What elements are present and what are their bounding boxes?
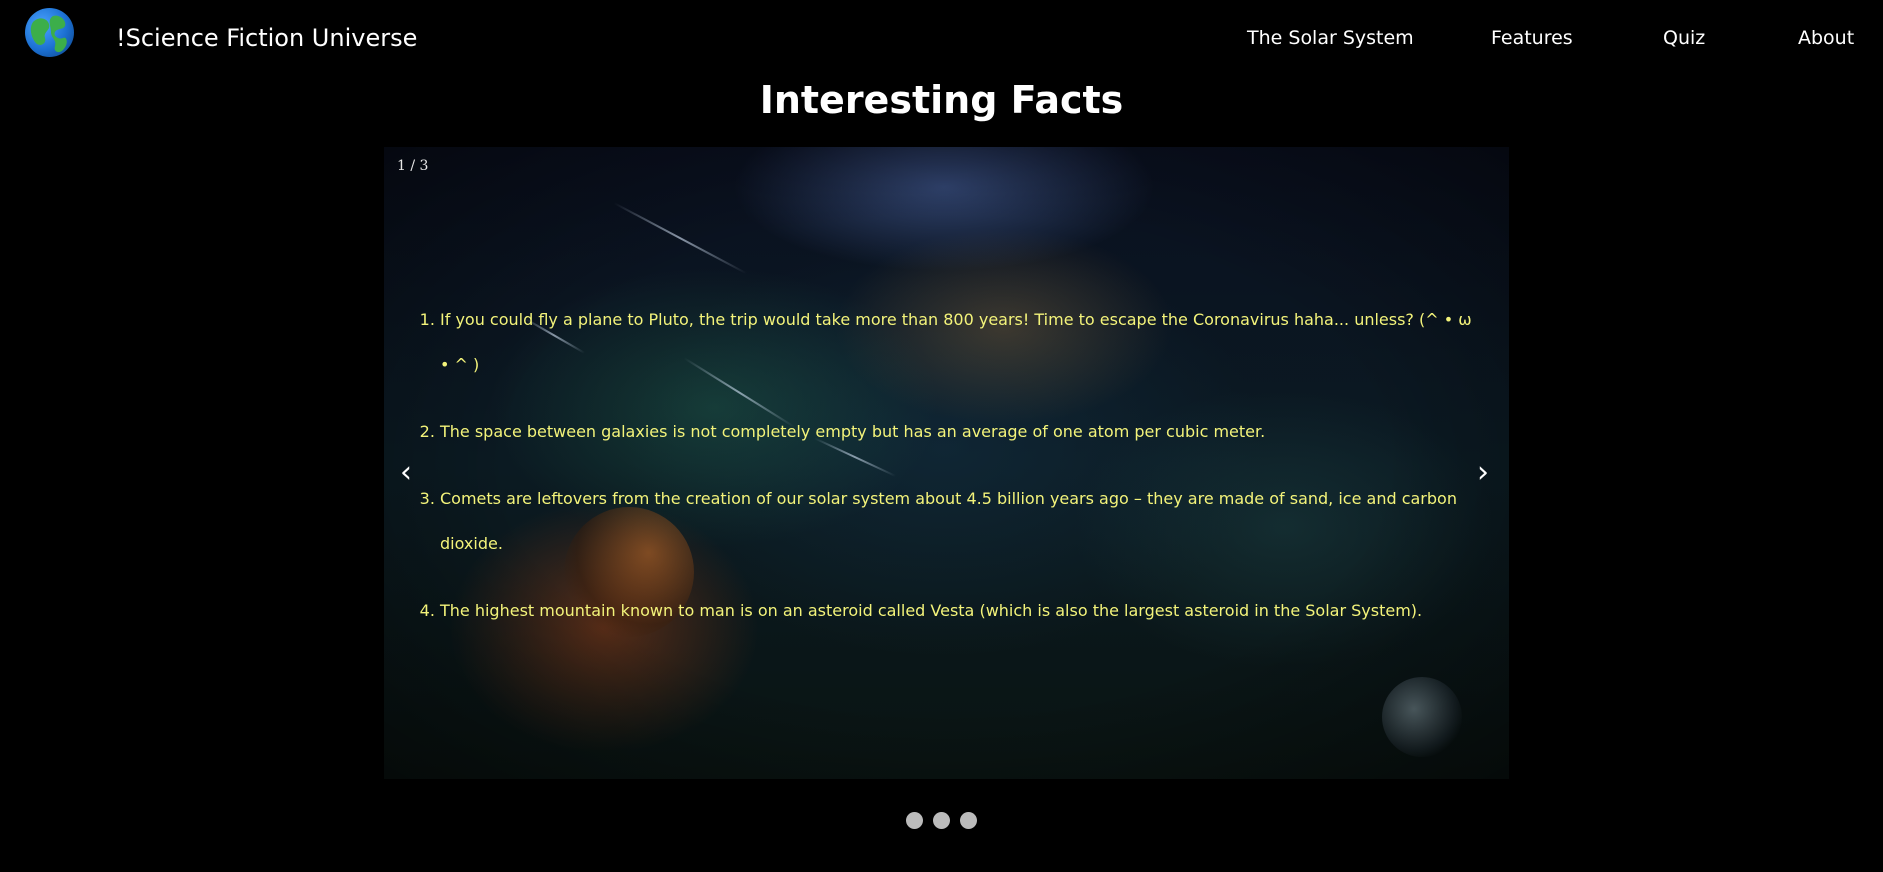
nav-link-about[interactable]: About (1798, 24, 1854, 52)
page-title: Interesting Facts (759, 78, 1124, 122)
facts-list: If you could fly a plane to Pluto, the t… (408, 297, 1472, 655)
fact-item: The space between galaxies is not comple… (440, 409, 1472, 454)
slide-counter: 1 / 3 (397, 158, 429, 174)
site-title[interactable]: !Science Fiction Universe (116, 22, 417, 54)
earth-globe-icon[interactable] (25, 8, 74, 57)
slide-dots (0, 812, 1883, 829)
fact-item: Comets are leftovers from the creation o… (440, 476, 1472, 566)
slide-dot-2[interactable] (933, 812, 950, 829)
fact-item: The highest mountain known to man is on … (440, 588, 1472, 633)
nav-link-solar-system[interactable]: The Solar System (1247, 24, 1414, 52)
site-header: !Science Fiction Universe The Solar Syst… (0, 0, 1883, 76)
fact-item: If you could fly a plane to Pluto, the t… (440, 297, 1472, 387)
nav-link-features[interactable]: Features (1491, 24, 1573, 52)
nav-link-quiz[interactable]: Quiz (1663, 24, 1705, 52)
previous-slide-button[interactable]: ‹ (400, 455, 412, 491)
comet-streak (613, 202, 747, 275)
slide-dot-3[interactable] (960, 812, 977, 829)
next-slide-button[interactable]: › (1477, 455, 1489, 491)
slide-dot-1[interactable] (906, 812, 923, 829)
planet-glow (1382, 677, 1462, 757)
